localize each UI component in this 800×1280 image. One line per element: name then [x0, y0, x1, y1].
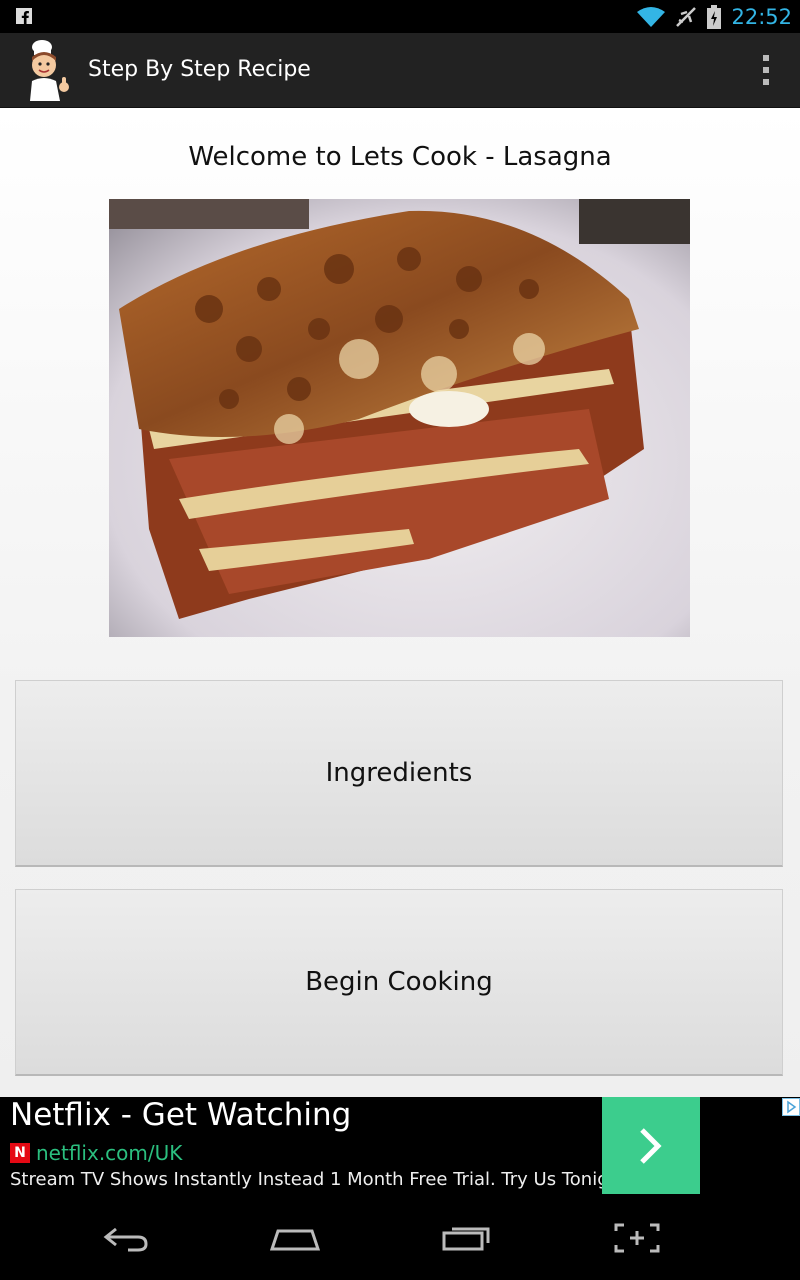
lasagna-photo: [109, 199, 690, 637]
status-bar: 22:52: [0, 0, 800, 33]
clock: 22:52: [731, 4, 792, 29]
home-icon[interactable]: [270, 1223, 320, 1253]
main-content: Welcome to Lets Cook - Lasagna Ingredien…: [0, 108, 800, 1097]
screenshot-icon[interactable]: [614, 1223, 660, 1253]
begin-cooking-button[interactable]: Begin Cooking: [15, 889, 783, 1076]
ad-choices-icon[interactable]: [782, 1098, 800, 1116]
recent-apps-icon[interactable]: [442, 1223, 492, 1253]
chevron-right-icon: [640, 1127, 662, 1164]
facebook-icon: [16, 8, 32, 24]
ingredients-button[interactable]: Ingredients: [15, 680, 783, 867]
back-icon[interactable]: [102, 1223, 150, 1253]
action-bar: Step By Step Recipe: [0, 33, 800, 109]
wifi-icon: [637, 6, 666, 27]
ad-description: Stream TV Shows Instantly Instead 1 Mont…: [10, 1169, 635, 1190]
overflow-menu-icon[interactable]: [760, 55, 772, 85]
app-title: Step By Step Recipe: [88, 57, 311, 82]
ad-title[interactable]: Netflix - Get Watching: [10, 1097, 351, 1133]
netflix-favicon-icon: N: [10, 1143, 30, 1163]
navigation-bar: [0, 1195, 800, 1280]
ad-url-row[interactable]: N netflix.com/UK: [10, 1141, 182, 1165]
welcome-heading: Welcome to Lets Cook - Lasagna: [188, 142, 612, 172]
ad-banner[interactable]: Netflix - Get Watching N netflix.com/UK …: [0, 1097, 800, 1195]
airplane-mode-icon: [676, 6, 697, 27]
ad-url[interactable]: netflix.com/UK: [36, 1141, 182, 1165]
ad-open-button[interactable]: [602, 1097, 700, 1194]
battery-charging-icon: [707, 4, 722, 29]
chef-icon[interactable]: [24, 39, 74, 101]
